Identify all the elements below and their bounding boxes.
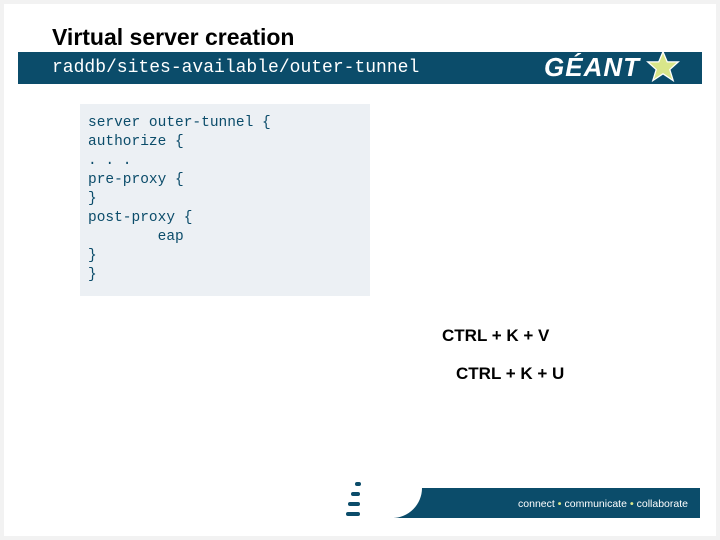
footer-arc (362, 458, 422, 518)
slide-header: Virtual server creation raddb/sites-avai… (18, 18, 702, 84)
notch-icon (346, 512, 360, 516)
tagline-word: communicate (564, 498, 626, 510)
title-row: Virtual server creation (18, 18, 702, 52)
slide-title: Virtual server creation (52, 22, 294, 52)
notch-icon (355, 482, 361, 486)
slide-subtitle: raddb/sites-available/outer-tunnel (52, 58, 419, 78)
brand-logo: GÉANT (544, 50, 680, 84)
footer-tagline: connect•communicate•collaborate (518, 498, 688, 510)
bullet-icon: • (558, 498, 562, 510)
bullet-icon: • (630, 498, 634, 510)
slide: Virtual server creation raddb/sites-avai… (4, 4, 716, 536)
shortcut-label-1: CTRL + K + V (442, 326, 549, 346)
notch-icon (351, 492, 360, 496)
footer-notches (336, 480, 364, 520)
shortcut-label-2: CTRL + K + U (456, 364, 564, 384)
star-icon (646, 50, 680, 84)
code-block: server outer-tunnel { authorize { . . . … (80, 104, 370, 296)
brand-logo-text: GÉANT (544, 52, 640, 83)
tagline-word: connect (518, 498, 555, 510)
notch-icon (348, 502, 360, 506)
tagline-word: collaborate (637, 498, 688, 510)
